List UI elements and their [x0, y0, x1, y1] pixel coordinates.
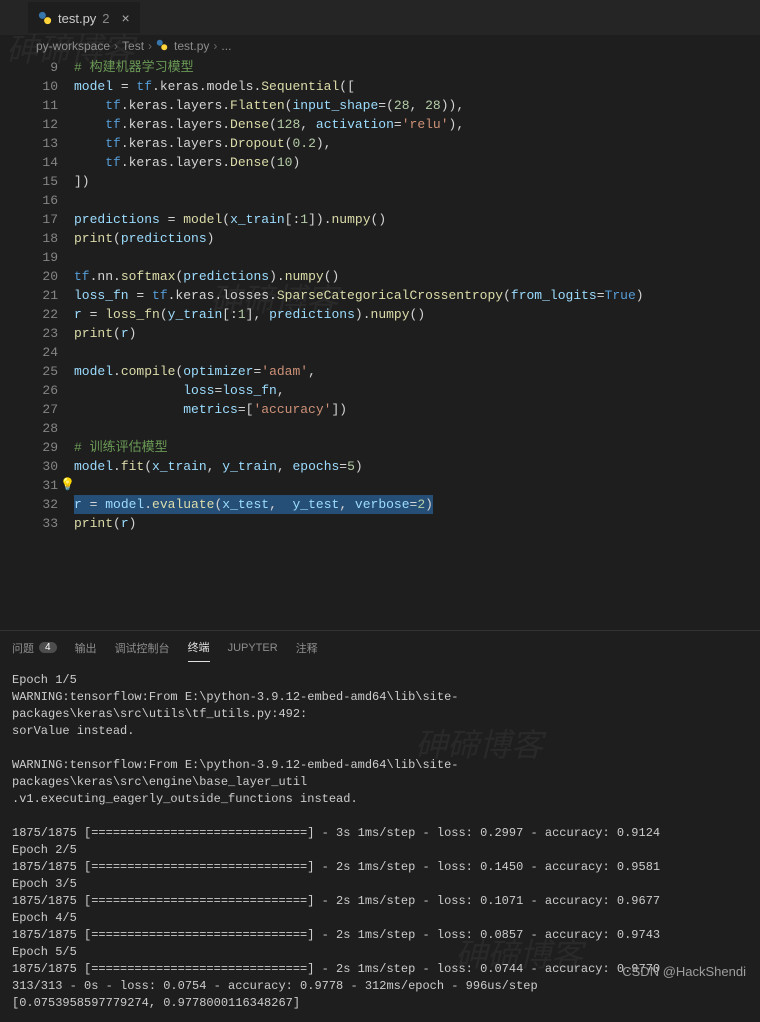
- editor-tab-bar: test.py 2 ×: [0, 0, 760, 35]
- code-line[interactable]: metrics=['accuracy']): [74, 400, 760, 419]
- breadcrumb-segment[interactable]: ...: [221, 39, 231, 53]
- credit-text: CSDN @HackShendi: [622, 964, 746, 979]
- code-line[interactable]: [74, 343, 760, 362]
- code-line[interactable]: r = model.evaluate(x_test, y_test, verbo…: [74, 495, 760, 514]
- line-number: 26: [0, 381, 58, 400]
- line-number-gutter: 9101112131415161718192021222324252627282…: [0, 57, 74, 630]
- code-line[interactable]: # 训练评估模型: [74, 438, 760, 457]
- code-line[interactable]: [74, 191, 760, 210]
- code-line[interactable]: # 构建机器学习模型: [74, 58, 760, 77]
- lightbulb-icon[interactable]: 💡: [60, 476, 75, 495]
- line-number: 18: [0, 229, 58, 248]
- line-number: 13: [0, 134, 58, 153]
- line-number: 24: [0, 343, 58, 362]
- code-line[interactable]: model.compile(optimizer='adam',: [74, 362, 760, 381]
- code-line[interactable]: model = tf.keras.models.Sequential([: [74, 77, 760, 96]
- tab-comments[interactable]: 注释: [296, 639, 318, 662]
- line-number: 19: [0, 248, 58, 267]
- line-number: 10: [0, 77, 58, 96]
- line-number: 9: [0, 58, 58, 77]
- tab-label: 输出: [75, 640, 97, 656]
- code-line[interactable]: ]): [74, 172, 760, 191]
- code-line[interactable]: print(r): [74, 514, 760, 533]
- code-line[interactable]: tf.keras.layers.Flatten(input_shape=(28,…: [74, 96, 760, 115]
- line-number: 30: [0, 457, 58, 476]
- code-area[interactable]: # 构建机器学习模型model = tf.keras.models.Sequen…: [74, 57, 760, 630]
- code-line[interactable]: tf.keras.layers.Dense(10): [74, 153, 760, 172]
- tab-output[interactable]: 输出: [75, 639, 97, 662]
- line-number: 32: [0, 495, 58, 514]
- code-line[interactable]: print(r): [74, 324, 760, 343]
- line-number: 15: [0, 172, 58, 191]
- line-number: 27: [0, 400, 58, 419]
- line-number: 31: [0, 476, 58, 495]
- tab-label: 终端: [188, 639, 210, 655]
- chevron-right-icon: ›: [148, 39, 152, 53]
- code-line[interactable]: loss=loss_fn,: [74, 381, 760, 400]
- python-file-icon: [38, 11, 52, 25]
- code-line[interactable]: tf.nn.softmax(predictions).numpy(): [74, 267, 760, 286]
- line-number: 20: [0, 267, 58, 286]
- breadcrumb-segment[interactable]: py-workspace: [36, 39, 110, 53]
- chevron-right-icon: ›: [114, 39, 118, 53]
- tab-jupyter[interactable]: JUPYTER: [228, 639, 278, 662]
- breadcrumb-segment[interactable]: test.py: [174, 39, 209, 53]
- tab-label: JUPYTER: [228, 642, 278, 654]
- code-line[interactable]: [74, 248, 760, 267]
- code-line[interactable]: 💡: [74, 476, 760, 495]
- tab-label: 问题: [12, 640, 34, 656]
- line-number: 14: [0, 153, 58, 172]
- close-icon[interactable]: ×: [122, 10, 130, 26]
- code-line[interactable]: print(predictions): [74, 229, 760, 248]
- line-number: 12: [0, 115, 58, 134]
- tab-problems[interactable]: 问题 4: [12, 639, 57, 662]
- code-editor[interactable]: 9101112131415161718192021222324252627282…: [0, 57, 760, 630]
- line-number: 21: [0, 286, 58, 305]
- code-line[interactable]: [74, 419, 760, 438]
- python-file-icon: [156, 39, 170, 53]
- line-number: 23: [0, 324, 58, 343]
- line-number: 16: [0, 191, 58, 210]
- tab-title: test.py: [58, 11, 96, 26]
- code-line[interactable]: tf.keras.layers.Dense(128, activation='r…: [74, 115, 760, 134]
- line-number: 22: [0, 305, 58, 324]
- line-number: 25: [0, 362, 58, 381]
- code-line[interactable]: model.fit(x_train, y_train, epochs=5): [74, 457, 760, 476]
- tab-modified-badge: 2: [102, 11, 109, 26]
- editor-tab[interactable]: test.py 2 ×: [28, 2, 140, 33]
- tab-label: 注释: [296, 640, 318, 656]
- line-number: 33: [0, 514, 58, 533]
- chevron-right-icon: ›: [213, 39, 217, 53]
- line-number: 17: [0, 210, 58, 229]
- panel-tab-bar: 问题 4 输出 调试控制台 终端 JUPYTER 注释: [0, 631, 760, 662]
- line-number: 29: [0, 438, 58, 457]
- line-number: 11: [0, 96, 58, 115]
- line-number: 28: [0, 419, 58, 438]
- code-line[interactable]: tf.keras.layers.Dropout(0.2),: [74, 134, 760, 153]
- breadcrumb-segment[interactable]: Test: [122, 39, 144, 53]
- code-line[interactable]: r = loss_fn(y_train[:1], predictions).nu…: [74, 305, 760, 324]
- problems-count-badge: 4: [39, 642, 57, 653]
- code-line[interactable]: loss_fn = tf.keras.losses.SparseCategori…: [74, 286, 760, 305]
- breadcrumb: py-workspace › Test › test.py › ...: [0, 35, 760, 57]
- tab-label: 调试控制台: [115, 640, 170, 656]
- code-line[interactable]: predictions = model(x_train[:1]).numpy(): [74, 210, 760, 229]
- tab-debug-console[interactable]: 调试控制台: [115, 639, 170, 662]
- tab-terminal[interactable]: 终端: [188, 639, 210, 662]
